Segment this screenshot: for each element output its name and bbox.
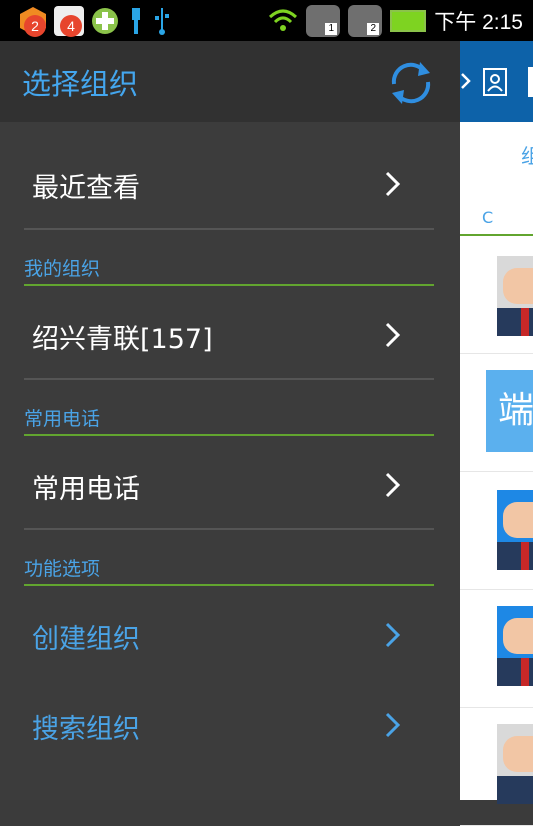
drawer-header: 选择组织 xyxy=(0,41,460,122)
notification-badge-2: 4 xyxy=(60,15,82,37)
status-time: 下午 2:15 xyxy=(434,11,523,34)
contact-row[interactable] xyxy=(460,472,533,590)
contact-row[interactable] xyxy=(460,236,533,354)
usb-icon xyxy=(155,8,169,35)
chevron-right-icon xyxy=(385,472,401,498)
menu-item-org[interactable]: 绍兴青联[157] xyxy=(0,289,460,382)
chevron-right-icon xyxy=(385,622,401,648)
drawer-title: 选择组织 xyxy=(22,67,139,101)
avatar xyxy=(497,606,533,686)
section-divider xyxy=(24,584,434,586)
chevron-right-icon xyxy=(385,322,401,348)
section-title-functions: 功能选项 xyxy=(24,558,101,580)
avatar-name-tile: 端 xyxy=(486,370,533,452)
menu-item-label: 创建组织 xyxy=(32,624,140,655)
contact-row[interactable]: 端 xyxy=(460,354,533,472)
sim-signal-icon-2: 2 xyxy=(348,5,383,37)
refresh-icon[interactable] xyxy=(384,56,438,110)
notification-app-icon-1: 2 xyxy=(18,6,48,37)
menu-item-label: 绍兴青联[157] xyxy=(32,324,213,355)
toolbar-title-fragment xyxy=(528,67,533,97)
menu-item-phones[interactable]: 常用电话 xyxy=(0,439,460,532)
menu-item-label: 常用电话 xyxy=(32,474,140,505)
status-bar: 2 4 1 2 下午 2:15 xyxy=(0,0,533,41)
menu-item-recent[interactable]: 最近查看 xyxy=(0,138,460,231)
avatar xyxy=(497,724,533,804)
sim-signal-icon-1: 1 xyxy=(306,5,341,37)
system-icons: 1 2 下午 2:15 xyxy=(268,5,523,37)
chevron-right-icon xyxy=(385,712,401,738)
menu-item-label: 最近查看 xyxy=(32,173,140,204)
contacts-icon[interactable] xyxy=(482,67,508,97)
section-letter: C xyxy=(482,208,494,227)
divider xyxy=(24,378,434,380)
notification-badge-1: 2 xyxy=(24,15,46,37)
divider xyxy=(24,528,434,530)
tab-label-fragment[interactable]: 组 xyxy=(521,140,533,169)
contact-row[interactable] xyxy=(460,590,533,708)
divider xyxy=(24,228,434,230)
wifi-icon xyxy=(269,9,298,31)
section-divider xyxy=(24,434,434,436)
usb-debug-icon xyxy=(132,8,140,34)
avatar xyxy=(497,256,533,336)
avatar xyxy=(497,490,533,570)
organization-drawer: 选择组织 最近查看 我的组织 绍兴青联[157] 常用电话 常用电话 功能选项 … xyxy=(0,41,460,800)
menu-item-create-org[interactable]: 创建组织 xyxy=(0,589,460,682)
chevron-right-icon xyxy=(461,73,471,89)
chevron-right-icon xyxy=(385,171,401,197)
menu-item-label: 搜索组织 xyxy=(32,714,140,745)
plus-app-icon xyxy=(92,8,118,34)
section-title-phones: 常用电话 xyxy=(24,408,101,430)
section-divider xyxy=(24,284,434,286)
contact-row[interactable] xyxy=(460,708,533,826)
main-content-peek: 组 C 端 xyxy=(460,41,533,826)
notification-app-icon-2: 4 xyxy=(54,6,84,37)
main-toolbar xyxy=(460,41,533,122)
section-title-my-orgs: 我的组织 xyxy=(24,258,101,280)
notification-icons: 2 4 xyxy=(18,5,172,37)
alphabet-section-header: C xyxy=(460,206,533,236)
menu-item-search-org[interactable]: 搜索组织 xyxy=(0,679,460,772)
battery-icon xyxy=(390,10,427,32)
